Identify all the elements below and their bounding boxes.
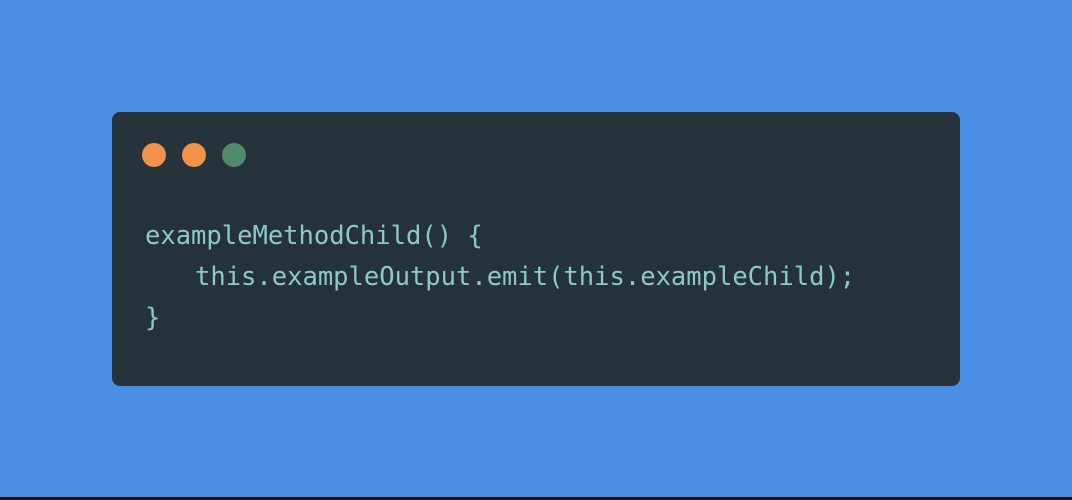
- window-controls: [142, 143, 246, 167]
- minimize-dot-icon[interactable]: [182, 143, 206, 167]
- close-dot-icon[interactable]: [142, 143, 166, 167]
- maximize-dot-icon[interactable]: [222, 143, 246, 167]
- code-line-1: exampleMethodChild() {: [145, 221, 483, 251]
- page-background: exampleMethodChild() { this.exampleOutput…: [0, 0, 1072, 497]
- code-line-3: }: [145, 303, 161, 333]
- code-block: exampleMethodChild() { this.exampleOutput…: [145, 216, 855, 339]
- code-window: exampleMethodChild() { this.exampleOutput…: [112, 112, 960, 386]
- code-line-2: this.exampleOutput.emit(this.exampleChil…: [195, 262, 856, 292]
